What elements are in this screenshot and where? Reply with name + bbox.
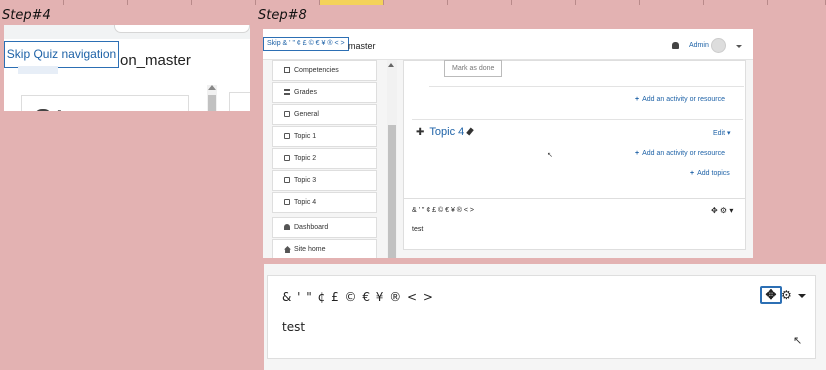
block-title: & ' " ¢ £ © € ¥ ® < > <box>412 207 475 214</box>
drawer-item[interactable]: Competencies <box>272 60 377 81</box>
mouse-cursor-icon: ↖ <box>793 335 803 347</box>
column-header[interactable] <box>0 0 64 5</box>
course-content <box>403 60 746 218</box>
drawer-item[interactable]: Site home <box>272 239 377 258</box>
dashboard-icon <box>284 224 290 230</box>
block-content: test <box>282 320 306 334</box>
block-controls[interactable]: ✥ ⚙ ▾ <box>711 206 733 215</box>
column-header[interactable] <box>768 0 826 5</box>
html-block: & ' " ¢ £ © € ¥ ® < > test ✥ ⚙ ▾ <box>403 198 746 250</box>
move-icon[interactable]: ✥ <box>760 286 782 304</box>
column-header[interactable] <box>64 0 128 5</box>
scrollbar[interactable] <box>207 85 217 111</box>
block-title: & ' " ¢ £ © € ¥ ® < > <box>282 290 434 304</box>
skip-quiz-navigation-link[interactable]: Skip Quiz navigation <box>4 41 119 68</box>
grey-bar <box>18 66 58 74</box>
column-header[interactable] <box>320 0 384 5</box>
drawer-scrollbar[interactable] <box>387 60 397 258</box>
column-header[interactable] <box>640 0 704 5</box>
column-header[interactable] <box>448 0 512 5</box>
navbar: Skip & ' " ¢ £ © € ¥ ® < > master Admin <box>263 29 753 60</box>
browser-toolbar <box>4 25 250 39</box>
add-activity-link[interactable]: + Add an activity or resource <box>635 96 725 103</box>
folder-icon <box>284 177 290 183</box>
html-block: & ' " ¢ £ © € ¥ ® < > test ✥ ⚙ ↖ <box>267 275 816 359</box>
home-icon <box>284 246 291 253</box>
column-header[interactable] <box>128 0 192 5</box>
bell-icon[interactable] <box>672 42 679 49</box>
check-icon <box>284 67 290 73</box>
drawer-item-label: Topic 2 <box>294 155 317 162</box>
plus-icon: + <box>635 150 640 157</box>
gear-icon[interactable]: ⚙ <box>781 288 792 302</box>
user-avatar[interactable] <box>711 38 726 53</box>
folder-icon <box>284 111 290 117</box>
step4-label: Step#4 <box>2 8 51 23</box>
add-activity-link-2[interactable]: + Add an activity or resource <box>635 150 725 157</box>
nav-drawer: Competencies Grades General Topic 1 Topic 2 T… <box>272 60 377 258</box>
content-card <box>229 92 250 111</box>
table-icon <box>284 89 290 95</box>
drawer-item-label: Dashboard <box>294 224 329 231</box>
divider <box>412 119 743 120</box>
column-header[interactable] <box>704 0 768 5</box>
drawer-item-label: Topic 1 <box>294 133 317 140</box>
folder-icon <box>284 133 290 139</box>
spreadsheet-column-strip <box>0 0 826 5</box>
drawer-item[interactable]: Topic 1 <box>272 126 377 147</box>
block-content: test <box>412 226 424 233</box>
address-bar[interactable] <box>114 25 250 33</box>
topic-4-heading[interactable]: ✚ Topic 4 <box>416 126 475 138</box>
drawer-item-label: Site home <box>294 246 326 253</box>
drawer-item[interactable]: Dashboard <box>272 217 377 238</box>
divider <box>429 86 744 87</box>
drawer-item[interactable]: Topic 2 <box>272 148 377 169</box>
drawer-item[interactable]: General <box>272 104 377 125</box>
page-title: on_master <box>120 52 191 69</box>
drawer-item-label: General <box>294 111 319 118</box>
mouse-cursor-icon: ↖ <box>547 152 553 159</box>
zoomed-block-screenshot: & ' " ¢ £ © € ¥ ® < > test ✥ ⚙ ↖ <box>264 264 826 370</box>
drawer-item[interactable]: Grades <box>272 82 377 103</box>
plus-icon: + <box>690 170 695 177</box>
chevron-down-icon[interactable] <box>736 45 742 48</box>
add-topics-link[interactable]: + Add topics <box>690 170 730 177</box>
mark-as-done-button[interactable]: Mark as done <box>444 60 503 77</box>
step4-screenshot: Skip Quiz navigation on_master c <box>4 25 250 111</box>
edit-menu[interactable]: Edit ▾ <box>713 129 731 137</box>
column-header[interactable] <box>512 0 576 5</box>
move-icon[interactable]: ✚ <box>416 127 424 138</box>
step8-screenshot: Skip & ' " ¢ £ © € ¥ ® < > master Admin … <box>263 29 753 258</box>
column-header[interactable] <box>256 0 320 5</box>
folder-icon <box>284 199 290 205</box>
user-name-fragment: c <box>57 107 62 111</box>
drawer-item-label: Competencies <box>294 67 339 74</box>
drawer-item-label: Grades <box>294 89 317 96</box>
drawer-item-label: Topic 4 <box>294 199 317 206</box>
column-header[interactable] <box>576 0 640 5</box>
chevron-down-icon[interactable] <box>798 294 806 298</box>
folder-icon <box>284 155 290 161</box>
column-header[interactable] <box>192 0 256 5</box>
plus-icon: + <box>635 96 640 103</box>
skip-block-link[interactable]: Skip & ' " ¢ £ © € ¥ ® < > <box>263 37 349 51</box>
column-header[interactable] <box>384 0 448 5</box>
user-name[interactable]: Admin <box>689 42 709 49</box>
drawer-item[interactable]: Topic 4 <box>272 192 377 213</box>
site-title: master <box>348 41 376 51</box>
drawer-item[interactable]: Topic 3 <box>272 170 377 191</box>
drawer-item-label: Topic 3 <box>294 177 317 184</box>
step8-label: Step#8 <box>258 8 307 23</box>
